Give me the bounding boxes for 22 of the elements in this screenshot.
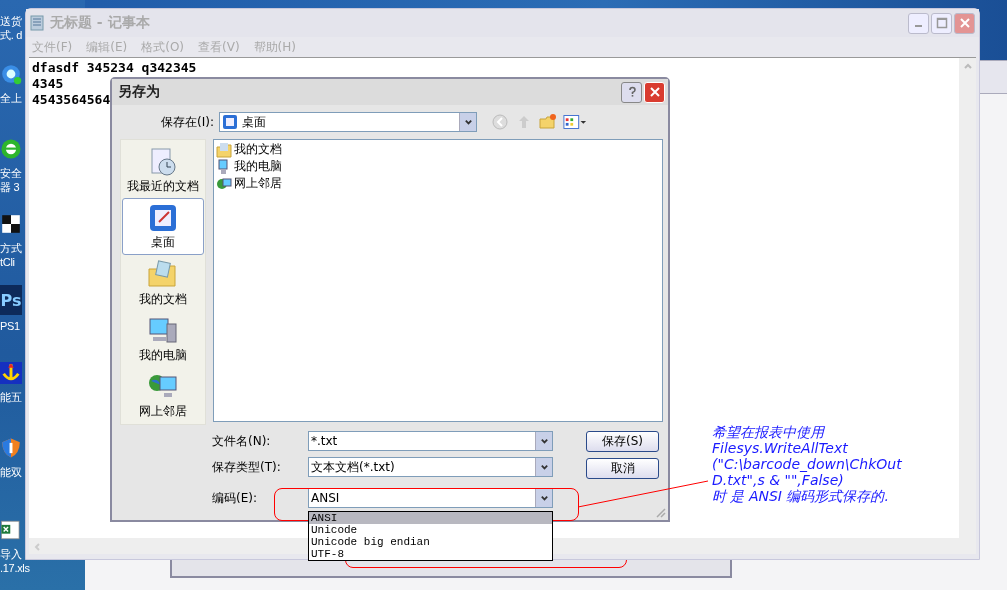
dialog-title: 另存为	[118, 83, 160, 101]
desktop-icon-label: 方式	[0, 240, 22, 255]
field-label: 保存类型(T):	[212, 458, 282, 476]
desktop-icon-label: 式. d	[0, 28, 23, 42]
desktop-icon-label: 送货	[0, 14, 22, 28]
desktop-icon-label: 安全	[0, 165, 22, 180]
desktop-icon-label: .17.xls	[0, 561, 30, 576]
desktop-icon-label: 能五	[0, 389, 22, 404]
field-label: 编码(E):	[212, 489, 258, 507]
desktop-icon-label: PS1	[0, 319, 20, 334]
text-line: 4543564564	[32, 92, 111, 108]
desktop-icon-label: 全上	[0, 91, 22, 106]
desktop-icon-label: tCli	[0, 254, 15, 269]
desktop-icon-label: 器 3	[0, 179, 20, 194]
save-in-label: 保存在(I):	[160, 113, 214, 131]
window-title: 无标题 - 记事本	[50, 14, 150, 32]
text-line: 4345	[32, 76, 64, 92]
field-label: 文件名(N):	[212, 432, 272, 450]
text-line: dfasdf 345234 q342345	[32, 60, 197, 76]
desktop-icon-label: 导入	[0, 547, 22, 562]
desktop-icon-label: 能双	[0, 464, 22, 479]
annotation-text: 希望在报表中使用 Filesys.WriteAllText ("C:\barcode_down\ChkOut D.txt",s & "",False) 时 是 ANSI 编码形式保存的.	[712, 424, 902, 504]
